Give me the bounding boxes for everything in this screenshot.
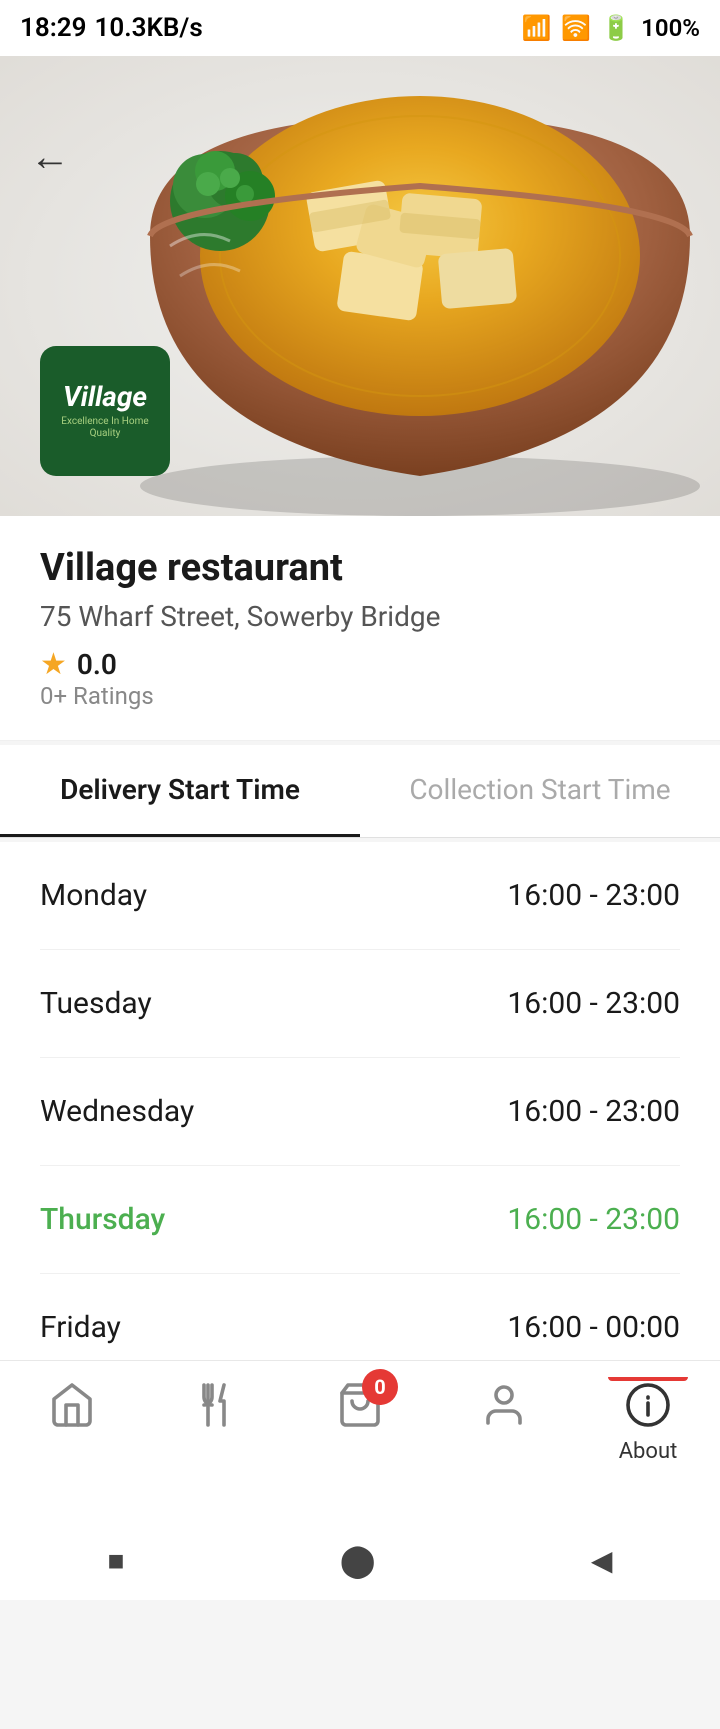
cutlery-icon (188, 1377, 244, 1433)
time-monday: 16:00 - 23:00 (507, 878, 680, 913)
tabs-container: Delivery Start Time Collection Start Tim… (0, 745, 720, 838)
day-thursday: Thursday (40, 1202, 165, 1237)
time-thursday: 16:00 - 23:00 (507, 1202, 680, 1237)
battery-percent: 100% (641, 14, 700, 42)
back-arrow-icon: ← (30, 133, 70, 180)
nav-item-menu[interactable] (166, 1377, 266, 1433)
nav-item-home[interactable] (22, 1377, 122, 1433)
status-right: 📶 🛜 🔋 100% (521, 14, 700, 42)
status-bar: 18:29 10.3KB/s 📶 🛜 🔋 100% (0, 0, 720, 56)
day-wednesday: Wednesday (40, 1094, 194, 1129)
table-row: Thursday 16:00 - 23:00 (40, 1166, 680, 1274)
day-tuesday: Tuesday (40, 986, 152, 1021)
restaurant-info-card: Village restaurant 75 Wharf Street, Sowe… (0, 516, 720, 741)
info-icon (620, 1377, 676, 1433)
home-icon (44, 1377, 100, 1433)
hero-image-container: ← Village Excellence In Home Quality (0, 56, 720, 516)
back-nav-button[interactable]: ◀ (591, 1544, 613, 1577)
speed: 10.3KB/s (95, 13, 203, 43)
table-row: Tuesday 16:00 - 23:00 (40, 950, 680, 1058)
status-left: 18:29 10.3KB/s (20, 13, 203, 43)
table-row: Wednesday 16:00 - 23:00 (40, 1058, 680, 1166)
time-friday: 16:00 - 00:00 (507, 1310, 680, 1345)
home-button[interactable]: ⬤ (340, 1541, 376, 1579)
time: 18:29 (20, 13, 87, 43)
nav-item-cart[interactable]: 0 (310, 1377, 410, 1433)
logo-sub-text: Excellence In Home Quality (50, 416, 160, 440)
cart-icon: 0 (332, 1377, 388, 1433)
signal-icon: 📶 (521, 14, 551, 42)
battery-icon: 🔋 (601, 14, 631, 42)
nav-item-about[interactable]: About (598, 1377, 698, 1464)
restaurant-address: 75 Wharf Street, Sowerby Bridge (40, 600, 680, 633)
table-row: Monday 16:00 - 23:00 (40, 842, 680, 950)
system-nav: ■ ⬤ ◀ (0, 1520, 720, 1600)
day-friday: Friday (40, 1310, 121, 1345)
restaurant-rating: ★ 0.0 (40, 647, 680, 682)
wifi-icon: 🛜 (561, 14, 591, 42)
rating-number: 0.0 (77, 648, 117, 681)
logo-village-text: Village (63, 382, 147, 413)
bottom-nav: 0 About (0, 1360, 720, 1520)
time-wednesday: 16:00 - 23:00 (507, 1094, 680, 1129)
time-tuesday: 16:00 - 23:00 (507, 986, 680, 1021)
ratings-count: 0+ Ratings (40, 682, 680, 710)
cart-badge: 0 (362, 1369, 398, 1405)
profile-icon (476, 1377, 532, 1433)
tab-delivery[interactable]: Delivery Start Time (0, 745, 360, 837)
nav-item-profile[interactable] (454, 1377, 554, 1433)
restaurant-logo: Village Excellence In Home Quality (40, 346, 170, 476)
about-label: About (619, 1439, 678, 1464)
stop-button[interactable]: ■ (108, 1544, 125, 1577)
star-icon: ★ (40, 647, 67, 682)
restaurant-name: Village restaurant (40, 546, 680, 590)
day-monday: Monday (40, 878, 147, 913)
back-button[interactable]: ← (20, 126, 80, 186)
tab-collection[interactable]: Collection Start Time (360, 745, 720, 837)
